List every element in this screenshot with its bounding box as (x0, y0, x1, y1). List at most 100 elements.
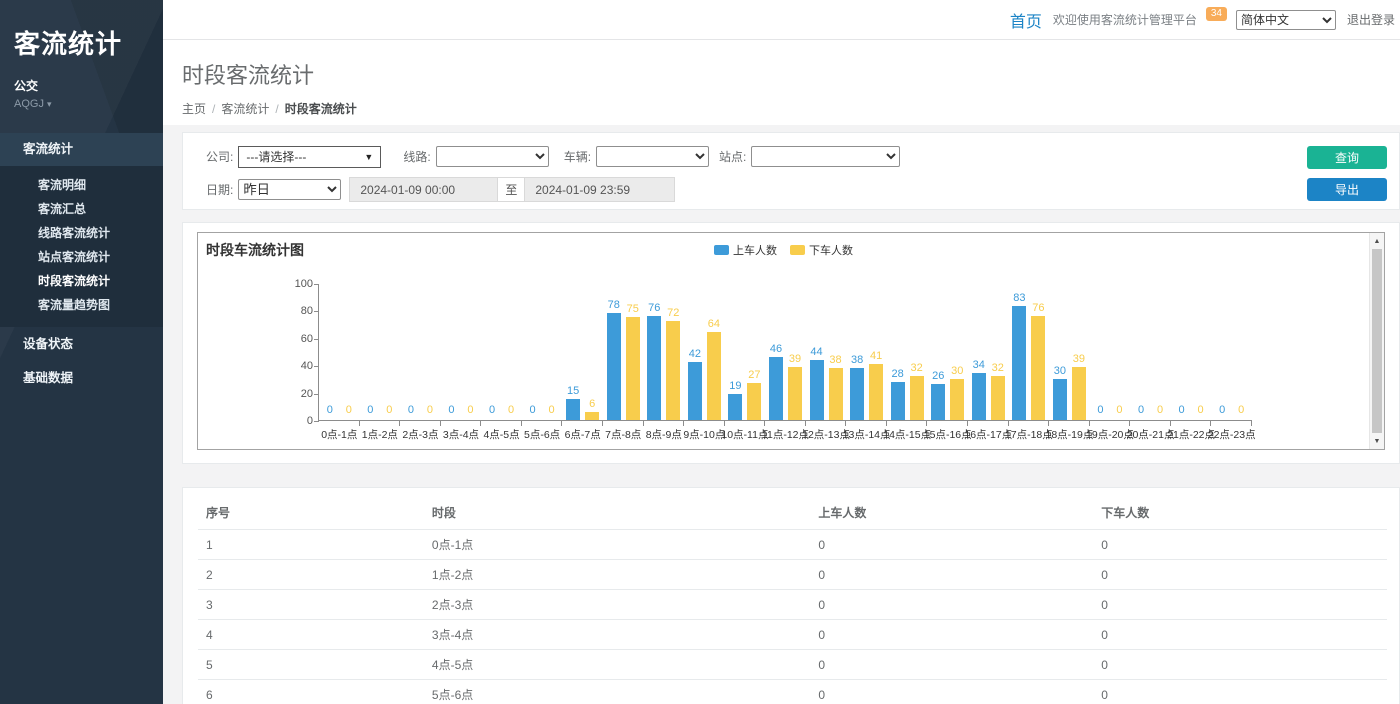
sidebar-menu-item[interactable]: 时段客流统计 (0, 269, 163, 293)
sidebar-menu-item[interactable]: 客流量趋势图 (0, 293, 163, 317)
line-select[interactable] (436, 146, 549, 167)
table-cell: 0 (1093, 650, 1387, 680)
table-panel: 序号 时段 上车人数 下车人数 10点-1点0021点-2点0032点-3点00… (182, 487, 1400, 704)
sidebar-menu-item[interactable]: 基础数据 (0, 361, 163, 395)
chart-container: 时段车流统计图 上车人数下车人数 020406080100000点-1点001点… (197, 232, 1385, 450)
app-window: 客流统计 公交 AQGJ▾ 客流统计 客流明细客流汇总线路客流统计站点客流统计时… (0, 0, 1400, 704)
bar-value-label: 0 (1198, 405, 1204, 416)
vehicle-select[interactable] (596, 146, 709, 167)
app-title: 客流统计 (14, 24, 149, 61)
date-preset-select[interactable]: 昨日 (238, 179, 341, 200)
bar-value-label: 75 (627, 304, 639, 315)
content: 公司: ---请选择--- ▼ 线路: 车辆: 站点: 日期: 昨日 (163, 125, 1400, 704)
bar-value-label: 83 (1013, 293, 1025, 304)
export-button[interactable]: 导出 (1307, 178, 1387, 201)
table-cell: 5 (198, 650, 424, 680)
date-start-input[interactable] (350, 178, 497, 201)
company-label: 公司: (206, 148, 233, 165)
query-button[interactable]: 查询 (1307, 146, 1387, 169)
sidebar-menu-item[interactable]: 客流汇总 (0, 197, 163, 221)
bar-value-label: 0 (367, 405, 373, 416)
table-cell: 0 (1093, 680, 1387, 704)
x-axis-category-label: 5点-6点 (524, 427, 560, 442)
station-select[interactable] (751, 146, 900, 167)
bar: 41 (869, 364, 883, 420)
col-header-alighting: 下车人数 (1093, 496, 1387, 530)
x-axis-tick-mark (886, 420, 887, 426)
bar-value-label: 0 (508, 405, 514, 416)
table-cell: 0 (810, 650, 1093, 680)
bar: 28 (891, 382, 905, 420)
logout-link[interactable]: 退出登录 (1347, 11, 1395, 28)
table-cell: 1点-2点 (424, 560, 810, 590)
col-header-index: 序号 (198, 496, 424, 530)
bar: 39 (788, 367, 802, 420)
x-axis-tick-mark (1008, 420, 1009, 426)
chart-group: 0019点-20点 (1090, 284, 1131, 420)
line-label: 线路: (403, 148, 430, 165)
chart-group: 003点-4点 (441, 284, 482, 420)
chart-group: 303918点-19点 (1049, 284, 1090, 420)
table-cell: 0 (810, 620, 1093, 650)
bar-value-label: 26 (932, 371, 944, 382)
scroll-up-icon[interactable]: ▲ (1370, 234, 1384, 248)
scrollbar-thumb[interactable] (1372, 249, 1382, 433)
bar-value-label: 0 (530, 405, 536, 416)
legend-swatch (714, 245, 729, 255)
x-axis-tick-mark (602, 420, 603, 426)
chart-group: 1566点-7点 (562, 284, 603, 420)
table-cell: 1 (198, 530, 424, 560)
table-cell: 0 (810, 560, 1093, 590)
x-axis-tick-mark (521, 420, 522, 426)
bar-value-label: 76 (1032, 303, 1044, 314)
bar-value-label: 32 (911, 363, 923, 374)
bar: 32 (991, 376, 1005, 420)
chart-group: 192710点-11点 (725, 284, 766, 420)
bar-value-label: 34 (973, 360, 985, 371)
caret-down-icon: ▾ (47, 99, 52, 109)
company-select[interactable]: ---请选择--- ▼ (238, 146, 381, 168)
bar: 44 (810, 360, 824, 420)
bar: 26 (931, 384, 945, 420)
table-cell: 0 (810, 590, 1093, 620)
chart-group: 004点-5点 (481, 284, 522, 420)
sidebar-menu-item[interactable]: 客流明细 (0, 173, 163, 197)
language-select[interactable]: 简体中文 (1236, 10, 1336, 30)
breadcrumb-passenger-stats[interactable]: 客流统计 (221, 102, 269, 116)
legend-item[interactable]: 上车人数 (714, 242, 777, 258)
chart-group: 343216点-17点 (968, 284, 1009, 420)
scroll-down-icon[interactable]: ▼ (1370, 434, 1384, 448)
breadcrumb-separator: / (275, 102, 278, 116)
bar: 15 (566, 399, 580, 420)
welcome-text: 欢迎使用客流统计管理平台 (1053, 11, 1197, 28)
col-header-period: 时段 (424, 496, 810, 530)
breadcrumb-current: 时段客流统计 (285, 102, 357, 116)
y-axis-tick-label: 80 (279, 305, 313, 317)
bar-value-label: 0 (1238, 405, 1244, 416)
bar: 39 (1072, 367, 1086, 420)
bar-value-label: 0 (408, 405, 414, 416)
bar: 38 (829, 368, 843, 420)
date-end-input[interactable] (525, 178, 674, 201)
breadcrumb-home[interactable]: 主页 (182, 102, 206, 116)
bar: 64 (707, 332, 721, 420)
vehicle-label: 车辆: (564, 148, 591, 165)
table-row: 43点-4点00 (198, 620, 1387, 650)
x-axis-category-label: 3点-4点 (443, 427, 479, 442)
table-cell: 3 (198, 590, 424, 620)
home-link[interactable]: 首页 (1010, 8, 1042, 32)
bar-value-label: 0 (549, 405, 555, 416)
bar: 32 (910, 376, 924, 420)
legend-item[interactable]: 下车人数 (790, 242, 853, 258)
sidebar-menu-item[interactable]: 站点客流统计 (0, 245, 163, 269)
sidebar-menu-item[interactable]: 线路客流统计 (0, 221, 163, 245)
bar: 34 (972, 373, 986, 420)
sidebar-section-passenger-stats[interactable]: 客流统计 (0, 133, 163, 166)
x-axis-tick-mark (683, 420, 684, 426)
bar-value-label: 0 (448, 405, 454, 416)
legend-label: 下车人数 (809, 242, 853, 258)
org-code-dropdown[interactable]: AQGJ▾ (14, 98, 149, 110)
chart-legend: 上车人数 下车人数 (198, 242, 1369, 258)
y-axis-tick-label: 100 (279, 278, 313, 290)
sidebar-menu-item[interactable]: 设备状态 (0, 327, 163, 361)
